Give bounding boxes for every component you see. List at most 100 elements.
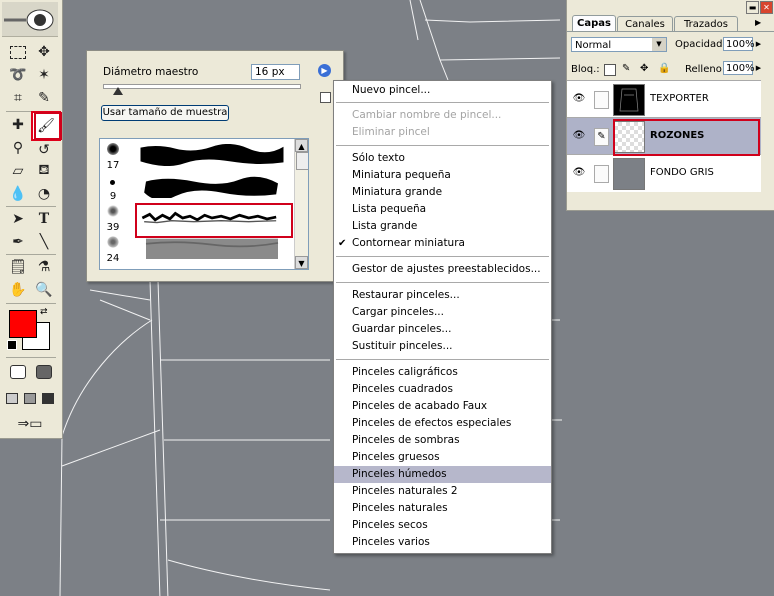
visibility-eye-icon[interactable]: 👁 xyxy=(571,165,587,181)
list-item[interactable]: 17 xyxy=(100,141,294,172)
visibility-eye-icon[interactable]: 👁 xyxy=(571,91,587,107)
menu-item-reset-brushes[interactable]: Restaurar pinceles... xyxy=(334,287,551,304)
fill-arrow-icon[interactable]: ▶ xyxy=(754,61,763,75)
hand-tool[interactable]: ✋ xyxy=(7,280,29,300)
brush-stroke-preview xyxy=(140,144,284,166)
menu-item-shadow-brushes[interactable]: Pinceles de sombras xyxy=(334,432,551,449)
link-box[interactable] xyxy=(594,165,609,183)
move-tool[interactable]: ✥ xyxy=(33,42,55,62)
quick-mask-button[interactable] xyxy=(33,362,55,382)
visibility-eye-icon[interactable]: 👁 xyxy=(571,128,587,144)
jump-to-imageready-button[interactable]: ⇒▭ xyxy=(7,414,53,434)
crop-tool[interactable]: ⌗ xyxy=(7,88,29,108)
screen-mode-full-menu-button[interactable] xyxy=(22,388,38,408)
blend-mode-select[interactable]: Normal ▼ xyxy=(571,37,667,52)
menu-item-dry-brushes[interactable]: Pinceles secos xyxy=(334,517,551,534)
panel-menu-arrow-icon[interactable]: ▶ xyxy=(755,18,761,27)
fill-input[interactable]: 100% xyxy=(723,61,755,75)
tab-layers[interactable]: Capas xyxy=(572,15,616,32)
eraser-tool[interactable]: ▱ xyxy=(7,161,29,181)
menu-item-load-brushes[interactable]: Cargar pinceles... xyxy=(334,304,551,321)
scroll-down-icon[interactable]: ▼ xyxy=(295,256,308,269)
scroll-up-icon[interactable]: ▲ xyxy=(295,139,308,152)
type-tool[interactable]: T xyxy=(33,209,55,229)
brush-link-icon[interactable]: ✎ xyxy=(594,128,609,146)
menu-item-large-thumbnail[interactable]: Miniatura grande xyxy=(334,184,551,201)
brush-tip-icon xyxy=(107,236,119,248)
minimize-icon[interactable]: ▬ xyxy=(746,1,759,14)
menu-item-calligraphic-brushes[interactable]: Pinceles caligráficos xyxy=(334,364,551,381)
chevron-down-icon: ▼ xyxy=(652,38,666,51)
menu-item-new-brush[interactable]: Nuevo pincel... xyxy=(334,82,551,99)
master-diameter-input[interactable]: 16 px xyxy=(251,64,300,80)
slider-thumb[interactable] xyxy=(113,87,123,95)
dodge-tool[interactable]: ◔ xyxy=(33,184,55,204)
opacity-arrow-icon[interactable]: ▶ xyxy=(754,37,763,51)
menu-item-assorted-brushes[interactable]: Pinceles varios xyxy=(334,534,551,551)
lock-paint-icon[interactable]: ✎ xyxy=(622,64,632,74)
lock-label: Bloq.: xyxy=(571,64,600,75)
menu-item-save-brushes[interactable]: Guardar pinceles... xyxy=(334,321,551,338)
menu-item-delete-brush: Eliminar pincel xyxy=(352,126,430,138)
notes-tool[interactable]: 🗒 xyxy=(7,257,29,277)
master-diameter-slider[interactable] xyxy=(103,84,301,89)
swap-colors-icon[interactable]: ⇄ xyxy=(40,307,48,317)
magic-wand-tool[interactable]: ✶ xyxy=(33,65,55,85)
menu-item-thick-brushes[interactable]: Pinceles gruesos xyxy=(334,449,551,466)
bandage-icon: ✚ xyxy=(12,117,24,133)
list-item[interactable]: 24 xyxy=(100,234,294,265)
screen-mode-full-button[interactable] xyxy=(40,388,56,408)
menu-item-preset-manager[interactable]: Gestor de ajustes preestablecidos... xyxy=(334,261,551,278)
panel-menu-arrow-icon[interactable]: ▶ xyxy=(318,64,331,77)
standard-mode-button[interactable] xyxy=(7,362,29,382)
menu-item-text-only[interactable]: Sólo texto xyxy=(334,150,551,167)
scroll-thumb[interactable] xyxy=(296,152,308,170)
healing-brush-tool[interactable]: ✚ xyxy=(7,115,29,135)
tab-channels[interactable]: Canales xyxy=(617,16,673,32)
eyedropper-tool[interactable]: ⚗ xyxy=(33,257,55,277)
selected-brush-highlight xyxy=(135,203,293,238)
menu-item-replace-brushes[interactable]: Sustituir pinceles... xyxy=(334,338,551,355)
link-box[interactable] xyxy=(594,91,609,109)
menu-item-special-effect-brushes[interactable]: Pinceles de efectos especiales xyxy=(334,415,551,432)
menu-item-large-list[interactable]: Lista grande xyxy=(334,218,551,235)
slice-tool[interactable]: ✎ xyxy=(33,88,55,108)
menu-item-wet-brushes[interactable]: Pinceles húmedos xyxy=(334,466,551,483)
paint-bucket-tool[interactable]: ⛾ xyxy=(33,161,55,181)
tab-paths[interactable]: Trazados xyxy=(674,16,738,32)
layer-name: FONDO GRIS xyxy=(650,167,714,178)
layers-scrollbar[interactable] xyxy=(761,80,774,208)
menu-item-small-list[interactable]: Lista pequeña xyxy=(334,201,551,218)
lock-position-icon[interactable]: ✥ xyxy=(640,64,650,74)
lock-transparency-icon[interactable] xyxy=(604,64,616,76)
zoom-tool[interactable]: 🔍 xyxy=(33,280,55,300)
line-tool[interactable]: ╲ xyxy=(33,232,55,252)
pen-tool[interactable]: ✒ xyxy=(7,232,29,252)
lock-all-icon[interactable]: 🔒 xyxy=(658,64,670,74)
menu-item-natural-brushes-2[interactable]: Pinceles naturales 2 xyxy=(334,483,551,500)
menu-item-small-thumbnail[interactable]: Miniatura pequeña xyxy=(334,167,551,184)
list-item[interactable]: 9 xyxy=(100,172,294,203)
history-brush-tool[interactable]: ↺ xyxy=(33,140,55,160)
brush-list-scrollbar[interactable]: ▲ ▼ xyxy=(294,139,308,269)
path-selection-tool[interactable]: ➤ xyxy=(7,209,29,229)
menu-item-natural-brushes[interactable]: Pinceles naturales xyxy=(334,500,551,517)
close-icon[interactable]: ✕ xyxy=(760,1,773,14)
default-colors-icon[interactable] xyxy=(7,340,17,350)
quick-mask-icon xyxy=(36,365,52,379)
layer-row-fondo-gris[interactable]: 👁 FONDO GRIS xyxy=(567,154,761,192)
clone-stamp-tool[interactable]: ⚲ xyxy=(7,138,29,158)
new-brush-icon[interactable] xyxy=(320,92,331,103)
opacity-input[interactable]: 100% xyxy=(723,37,755,51)
marquee-tool[interactable] xyxy=(7,42,29,62)
menu-item-stroke-thumbnail[interactable]: ✔ Contornear miniatura xyxy=(334,235,551,252)
menu-item-faux-finish-brushes[interactable]: Pinceles de acabado Faux xyxy=(334,398,551,415)
layer-row-texporter[interactable]: 👁 TEXPORTER xyxy=(567,80,761,118)
use-sample-size-button[interactable]: Usar tamaño de muestra xyxy=(101,105,229,121)
screen-mode-standard-button[interactable] xyxy=(4,388,20,408)
lasso-tool[interactable]: ➰ xyxy=(7,65,29,85)
blur-tool[interactable]: 💧 xyxy=(7,184,29,204)
toolbox-header-logo xyxy=(2,2,58,37)
foreground-color-swatch[interactable] xyxy=(9,310,37,338)
menu-item-square-brushes[interactable]: Pinceles cuadrados xyxy=(334,381,551,398)
